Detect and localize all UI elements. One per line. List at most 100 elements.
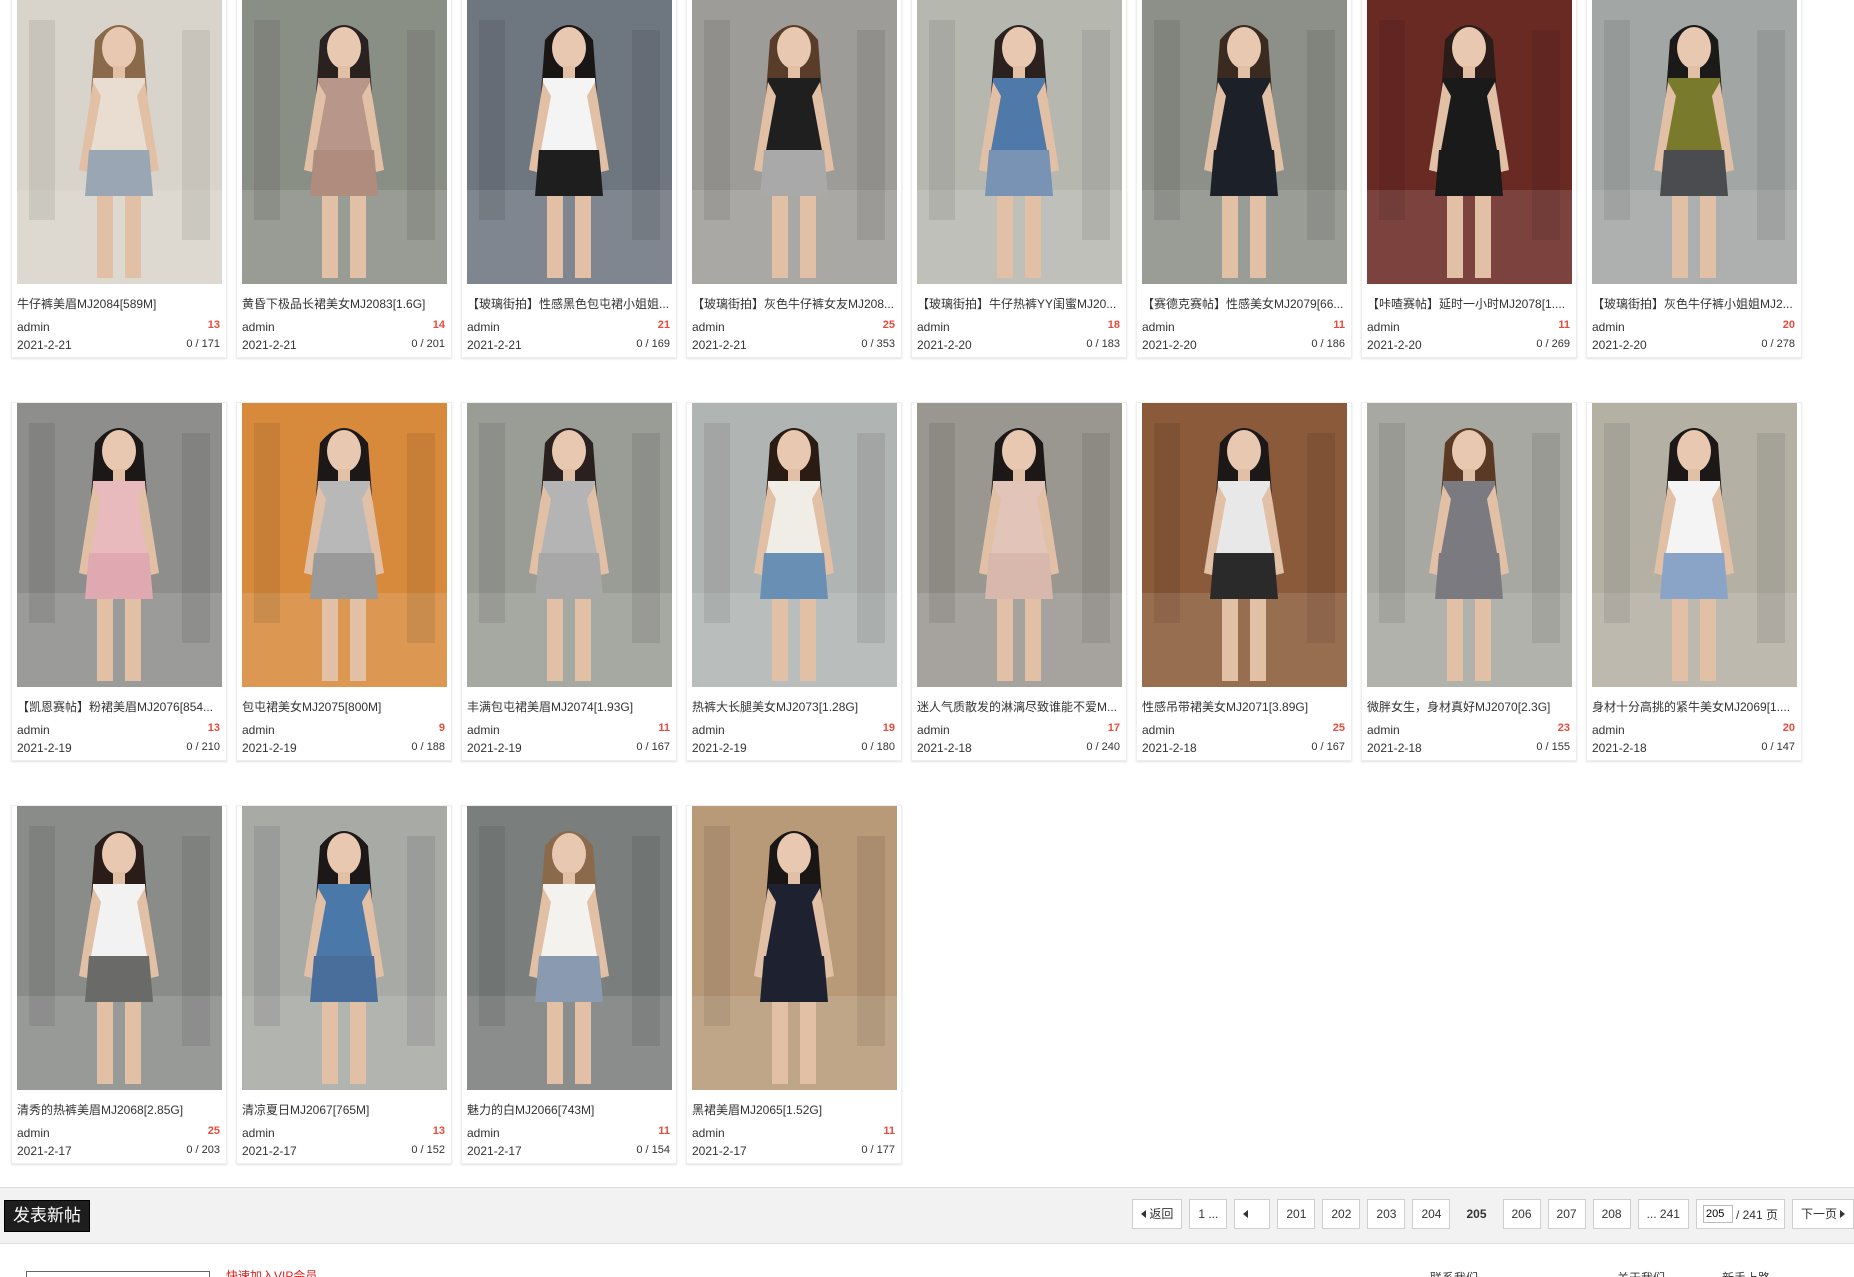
footer-contact[interactable]: 联系我们 xyxy=(1430,1269,1478,1277)
thread-thumbnail[interactable] xyxy=(692,403,897,687)
page-202[interactable]: 202 xyxy=(1322,1199,1361,1229)
thread-stats: 0 / 167 xyxy=(636,741,670,753)
thread-card[interactable]: 【玻璃街拍】牛仔热裤YY闺蜜MJ20... admin 18 2021-2-20 0 /… xyxy=(911,0,1127,358)
page-208[interactable]: 208 xyxy=(1592,1199,1631,1229)
page-first[interactable]: 1 ... xyxy=(1189,1199,1228,1229)
reply-count-badge: 13 xyxy=(432,1125,445,1137)
thread-thumbnail[interactable] xyxy=(467,0,672,284)
thread-card[interactable]: 清秀的热裤美眉MJ2068[2.85G] admin 25 2021-2-17 0 / … xyxy=(11,805,227,1164)
thread-thumbnail[interactable] xyxy=(1367,403,1572,687)
thread-thumbnail[interactable] xyxy=(1142,0,1347,284)
page-jump-input[interactable] xyxy=(1702,1205,1733,1223)
thread-card[interactable]: 包屯裙美女MJ2075[800M] admin 9 2021-2-19 0 / 188 xyxy=(236,402,452,761)
page-203[interactable]: 203 xyxy=(1367,1199,1406,1229)
thread-author: admin xyxy=(17,320,50,334)
thread-stats: 0 / 180 xyxy=(861,741,895,753)
thread-title[interactable]: 【凯恩赛帖】粉裙美眉MJ2076[854... xyxy=(17,698,222,714)
thread-thumbnail[interactable] xyxy=(917,403,1122,687)
thread-card[interactable]: 清凉夏日MJ2067[765M] admin 13 2021-2-17 0 / 152 xyxy=(236,805,452,1164)
thread-author: admin xyxy=(1367,320,1400,334)
thread-card[interactable]: 黑裙美眉MJ2065[1.52G] admin 11 2021-2-17 0 / 177 xyxy=(686,805,902,1164)
thread-card[interactable]: 热裤大长腿美女MJ2073[1.28G] admin 19 2021-2-19 0 / … xyxy=(686,402,902,761)
footer-about[interactable]: 关于我们 xyxy=(1617,1269,1665,1277)
thread-title[interactable]: 【玻璃街拍】灰色牛仔裤女友MJ208... xyxy=(692,295,897,311)
thread-card[interactable]: 牛仔裤美眉MJ2084[589M] admin 13 2021-2-21 0 / 171 xyxy=(11,0,227,358)
thread-title[interactable]: 迷人气质散发的淋漓尽致谁能不爱M... xyxy=(917,698,1122,714)
thread-title[interactable]: 【玻璃街拍】性感黑色包屯裙小姐姐... xyxy=(467,295,672,311)
thread-thumbnail[interactable] xyxy=(467,403,672,687)
thread-title[interactable]: 微胖女生，身材真好MJ2070[2.3G] xyxy=(1367,698,1572,714)
thread-title[interactable]: 【玻璃街拍】灰色牛仔裤小姐姐MJ2... xyxy=(1592,295,1797,311)
prev-page-button[interactable] xyxy=(1234,1199,1271,1229)
thread-date: 2021-2-18 xyxy=(1592,741,1647,755)
thread-thumbnail[interactable] xyxy=(17,403,222,687)
footer: 快速加入VIP会员 联系我们 关于我们 新手上路 xyxy=(0,1243,1854,1277)
thread-stats: 0 / 152 xyxy=(411,1144,445,1156)
photo-image xyxy=(692,806,897,1090)
thread-title[interactable]: 黄昏下极品长裙美女MJ2083[1.6G] xyxy=(242,295,447,311)
thread-card[interactable]: 迷人气质散发的淋漓尽致谁能不爱M... admin 17 2021-2-18 0 / 2… xyxy=(911,402,1127,761)
page-206[interactable]: 206 xyxy=(1502,1199,1541,1229)
thread-thumbnail[interactable] xyxy=(692,0,897,284)
photo-image xyxy=(692,0,897,284)
thread-card[interactable]: 性感吊带裙美女MJ2071[3.89G] admin 25 2021-2-18 0 / … xyxy=(1136,402,1352,761)
thread-card[interactable]: 【赛德克赛帖】性感美女MJ2079[66... admin 11 2021-2-20 0… xyxy=(1136,0,1352,358)
thread-card[interactable]: 黄昏下极品长裙美女MJ2083[1.6G] admin 14 2021-2-21 0 /… xyxy=(236,0,452,358)
thread-card[interactable]: 【咔喳赛帖】延时一小时MJ2078[1.... admin 11 2021-2-20 0… xyxy=(1361,0,1577,358)
new-post-button[interactable]: 发表新帖 xyxy=(4,1200,90,1232)
thread-thumbnail[interactable] xyxy=(467,806,672,1090)
thread-title[interactable]: 清凉夏日MJ2067[765M] xyxy=(242,1101,447,1117)
thread-thumbnail[interactable] xyxy=(17,806,222,1090)
thread-stats: 0 / 183 xyxy=(1086,338,1120,350)
thread-title[interactable]: 黑裙美眉MJ2065[1.52G] xyxy=(692,1101,897,1117)
thread-title[interactable]: 热裤大长腿美女MJ2073[1.28G] xyxy=(692,698,897,714)
page-last[interactable]: ... 241 xyxy=(1637,1199,1689,1229)
thread-thumbnail[interactable] xyxy=(1592,0,1797,284)
thread-thumbnail[interactable] xyxy=(692,806,897,1090)
next-label: 下一页 xyxy=(1800,1207,1837,1221)
footer-newbie[interactable]: 新手上路 xyxy=(1722,1269,1770,1277)
next-page-button[interactable]: 下一页 xyxy=(1791,1199,1854,1229)
thread-thumbnail[interactable] xyxy=(17,0,222,284)
reply-count-badge: 11 xyxy=(658,1125,670,1137)
thread-title[interactable]: 【玻璃街拍】牛仔热裤YY闺蜜MJ20... xyxy=(917,295,1122,311)
thread-stats: 0 / 203 xyxy=(186,1144,220,1156)
photo-image xyxy=(467,806,672,1090)
thread-date: 2021-2-21 xyxy=(242,338,297,352)
thread-thumbnail[interactable] xyxy=(242,806,447,1090)
thread-author: admin xyxy=(17,1126,50,1140)
back-button[interactable]: 返回 xyxy=(1132,1199,1183,1229)
thread-card[interactable]: 微胖女生，身材真好MJ2070[2.3G] admin 23 2021-2-18 0 /… xyxy=(1361,402,1577,761)
thread-card[interactable]: 丰满包屯裙美眉MJ2074[1.93G] admin 11 2021-2-19 0 / … xyxy=(461,402,677,761)
thread-title[interactable]: 【咔喳赛帖】延时一小时MJ2078[1.... xyxy=(1367,295,1572,311)
thread-card[interactable]: 【玻璃街拍】性感黑色包屯裙小姐姐... admin 21 2021-2-21 0 / 1… xyxy=(461,0,677,358)
thread-thumbnail[interactable] xyxy=(1592,403,1797,687)
thread-card[interactable]: 【玻璃街拍】灰色牛仔裤女友MJ208... admin 25 2021-2-21 0 /… xyxy=(686,0,902,358)
photo-image xyxy=(17,403,222,687)
thread-thumbnail[interactable] xyxy=(1142,403,1347,687)
page-201[interactable]: 201 xyxy=(1277,1199,1316,1229)
thread-title[interactable]: 包屯裙美女MJ2075[800M] xyxy=(242,698,447,714)
photo-image xyxy=(242,806,447,1090)
page-204[interactable]: 204 xyxy=(1412,1199,1451,1229)
thread-title[interactable]: 牛仔裤美眉MJ2084[589M] xyxy=(17,295,222,311)
thread-title[interactable]: 【赛德克赛帖】性感美女MJ2079[66... xyxy=(1142,295,1347,311)
thread-date: 2021-2-20 xyxy=(1592,338,1647,352)
thread-thumbnail[interactable] xyxy=(917,0,1122,284)
thread-thumbnail[interactable] xyxy=(242,0,447,284)
thread-card[interactable]: 魅力的白MJ2066[743M] admin 11 2021-2-17 0 / 154 xyxy=(461,805,677,1164)
thread-title[interactable]: 性感吊带裙美女MJ2071[3.89G] xyxy=(1142,698,1347,714)
thread-card[interactable]: 【凯恩赛帖】粉裙美眉MJ2076[854... admin 13 2021-2-19 0… xyxy=(11,402,227,761)
page-207[interactable]: 207 xyxy=(1547,1199,1586,1229)
photo-image xyxy=(917,0,1122,284)
thread-thumbnail[interactable] xyxy=(1367,0,1572,284)
thread-thumbnail[interactable] xyxy=(242,403,447,687)
thread-card[interactable]: 身材十分高挑的紧牛美女MJ2069[1.... admin 20 2021-2-18 0… xyxy=(1586,402,1802,761)
thread-title[interactable]: 丰满包屯裙美眉MJ2074[1.93G] xyxy=(467,698,672,714)
thread-title[interactable]: 身材十分高挑的紧牛美女MJ2069[1.... xyxy=(1592,698,1797,714)
vip-link[interactable]: 快速加入VIP会员 xyxy=(226,1267,317,1277)
thread-title[interactable]: 清秀的热裤美眉MJ2068[2.85G] xyxy=(17,1101,222,1117)
thread-card[interactable]: 【玻璃街拍】灰色牛仔裤小姐姐MJ2... admin 20 2021-2-20 0 / … xyxy=(1586,0,1802,358)
footer-search-box[interactable] xyxy=(26,1271,210,1277)
thread-title[interactable]: 魅力的白MJ2066[743M] xyxy=(467,1101,672,1117)
